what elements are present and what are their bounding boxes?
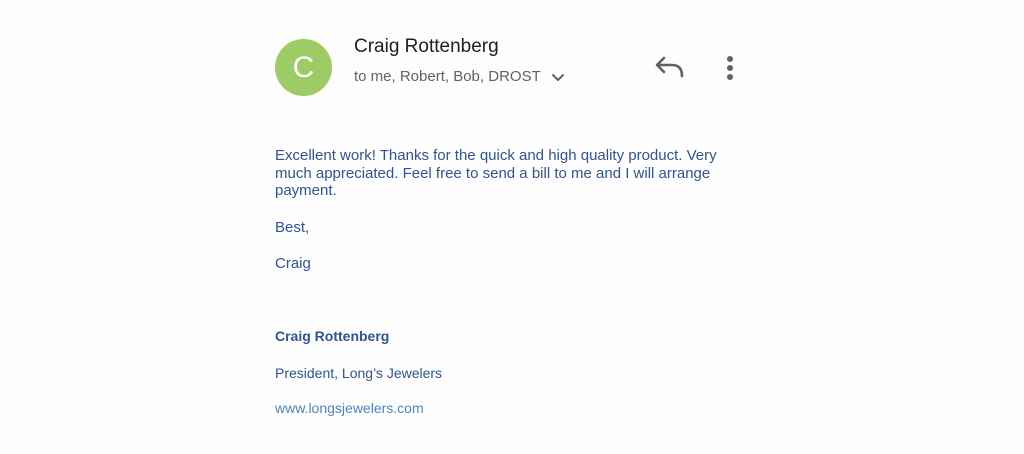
message-paragraph: Excellent work! Thanks for the quick and… (275, 147, 717, 199)
signature-website-link[interactable]: www.longsjewelers.com (275, 400, 424, 416)
sender-name[interactable]: Craig Rottenberg (354, 36, 499, 58)
recipients-text: to me, Robert, Bob, DROST (354, 68, 541, 85)
message-closing: Best, (275, 219, 310, 236)
signature-name: Craig Rottenberg (275, 328, 390, 344)
recipients-line[interactable]: to me, Robert, Bob, DROST (354, 68, 565, 85)
more-vert-icon[interactable] (718, 52, 742, 84)
email-message-view: C Craig Rottenberg to me, Robert, Bob, D… (0, 0, 1024, 454)
chevron-down-icon[interactable] (551, 70, 565, 84)
avatar[interactable]: C (275, 39, 332, 96)
reply-icon[interactable] (652, 54, 688, 82)
message-signoff: Craig (275, 255, 311, 272)
signature-title: President, Long’s Jewelers (275, 365, 443, 381)
